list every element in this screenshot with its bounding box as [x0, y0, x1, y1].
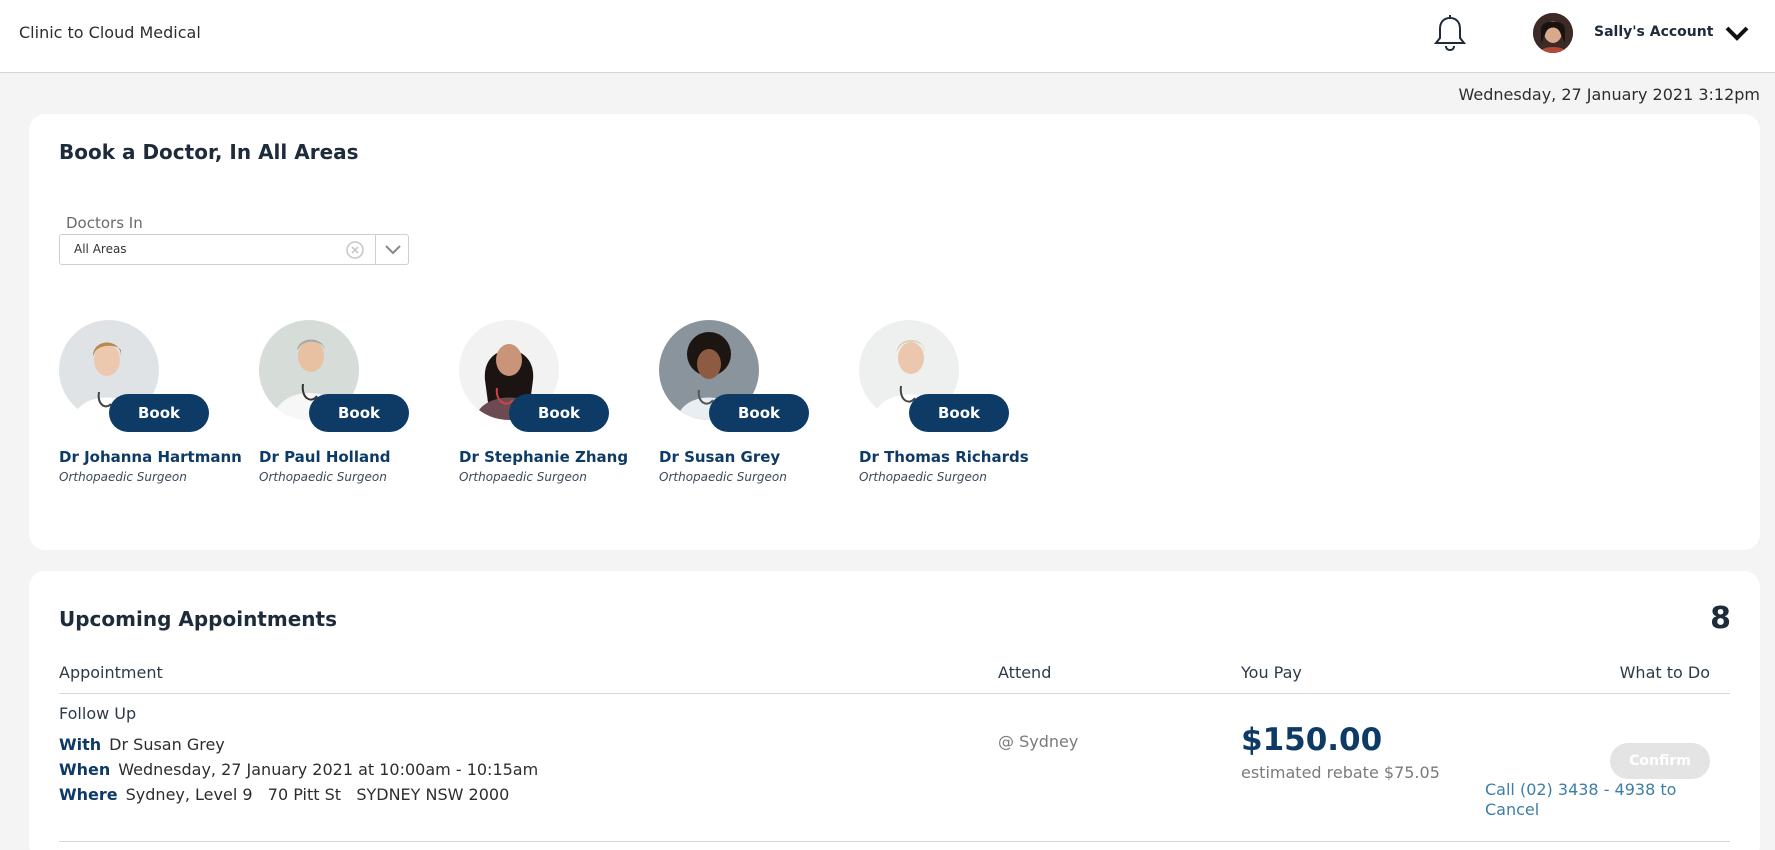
doctor-specialty: Orthopaedic Surgeon	[459, 470, 587, 484]
when-label: When	[59, 760, 111, 779]
book-button[interactable]: Book	[509, 394, 609, 432]
doctor-name[interactable]: Dr Susan Grey	[659, 448, 780, 466]
chevron-down-icon[interactable]	[382, 242, 404, 258]
appointment-when: When Wednesday, 27 January 2021 at 10:00a…	[59, 760, 538, 779]
chevron-down-icon[interactable]	[1724, 24, 1750, 42]
column-header-attend: Attend	[998, 663, 1052, 682]
book-doctor-title: Book a Doctor, In All Areas	[59, 140, 359, 164]
doctor-name[interactable]: Dr Johanna Hartmann	[59, 448, 242, 466]
top-bar: Clinic to Cloud Medical Sally's Account	[0, 0, 1775, 73]
book-button[interactable]: Book	[309, 394, 409, 432]
doctors-in-select[interactable]: All Areas	[59, 234, 409, 265]
column-header-what-to-do: What to Do	[1619, 663, 1710, 682]
where-label: Where	[59, 785, 118, 804]
doctor-card: Book Dr Thomas Richards Orthopaedic Surg…	[859, 320, 1059, 490]
doctor-name[interactable]: Dr Stephanie Zhang	[459, 448, 628, 466]
doctor-card: Book Dr Paul Holland Orthopaedic Surgeon	[259, 320, 459, 490]
with-label: With	[59, 735, 102, 754]
doctor-specialty: Orthopaedic Surgeon	[59, 470, 187, 484]
appointments-title: Upcoming Appointments	[59, 607, 337, 631]
doctors-in-label: Doctors In	[66, 214, 143, 232]
appointment-with: With Dr Susan Grey	[59, 735, 225, 754]
column-header-appointment: Appointment	[59, 663, 163, 682]
where-value: Sydney, Level 9 70 Pitt St SYDNEY NSW 20…	[125, 785, 510, 804]
doctor-name[interactable]: Dr Thomas Richards	[859, 448, 1029, 466]
doctor-card: Book Dr Stephanie Zhang Orthopaedic Surg…	[459, 320, 659, 490]
call-to-cancel-link[interactable]: Call (02) 3438 - 4938 to Cancel	[1485, 780, 1685, 820]
estimated-rebate: estimated rebate $75.05	[1241, 763, 1440, 782]
brand-name[interactable]: Clinic to Cloud Medical	[19, 23, 201, 42]
with-value: Dr Susan Grey	[109, 735, 225, 754]
book-button[interactable]: Book	[709, 394, 809, 432]
column-header-you-pay: You Pay	[1241, 663, 1302, 682]
clear-icon[interactable]	[346, 241, 364, 259]
appointment-where: Where Sydney, Level 9 70 Pitt St SYDNEY N…	[59, 785, 509, 804]
book-button[interactable]: Book	[109, 394, 209, 432]
appointment-type: Follow Up	[59, 704, 137, 723]
doctor-name[interactable]: Dr Paul Holland	[259, 448, 391, 466]
attend-location: @ Sydney	[998, 732, 1079, 751]
when-value: Wednesday, 27 January 2021 at 10:00am - …	[118, 760, 539, 779]
account-menu-label[interactable]: Sally's Account	[1594, 24, 1713, 40]
avatar[interactable]	[1533, 13, 1573, 53]
upcoming-appointments-card: Upcoming Appointments 8 Appointment Atte…	[29, 571, 1760, 850]
appointments-count: 8	[1710, 601, 1731, 636]
doctor-specialty: Orthopaedic Surgeon	[859, 470, 987, 484]
price: $150.00	[1241, 722, 1383, 758]
current-datetime: Wednesday, 27 January 2021 3:12pm	[1458, 85, 1760, 104]
doctor-specialty: Orthopaedic Surgeon	[259, 470, 387, 484]
select-divider	[375, 235, 376, 264]
doctor-specialty: Orthopaedic Surgeon	[659, 470, 787, 484]
doctor-card: Book Dr Johanna Hartmann Orthopaedic Sur…	[59, 320, 259, 490]
doctor-card: Book Dr Susan Grey Orthopaedic Surgeon	[659, 320, 859, 490]
row-divider	[59, 841, 1730, 842]
book-doctor-card: Book a Doctor, In All Areas Doctors In A…	[29, 114, 1760, 550]
bell-icon[interactable]	[1433, 14, 1467, 52]
header-divider	[59, 693, 1730, 694]
confirm-button[interactable]: Confirm	[1610, 743, 1710, 779]
book-button[interactable]: Book	[909, 394, 1009, 432]
doctors-in-value: All Areas	[74, 242, 127, 256]
